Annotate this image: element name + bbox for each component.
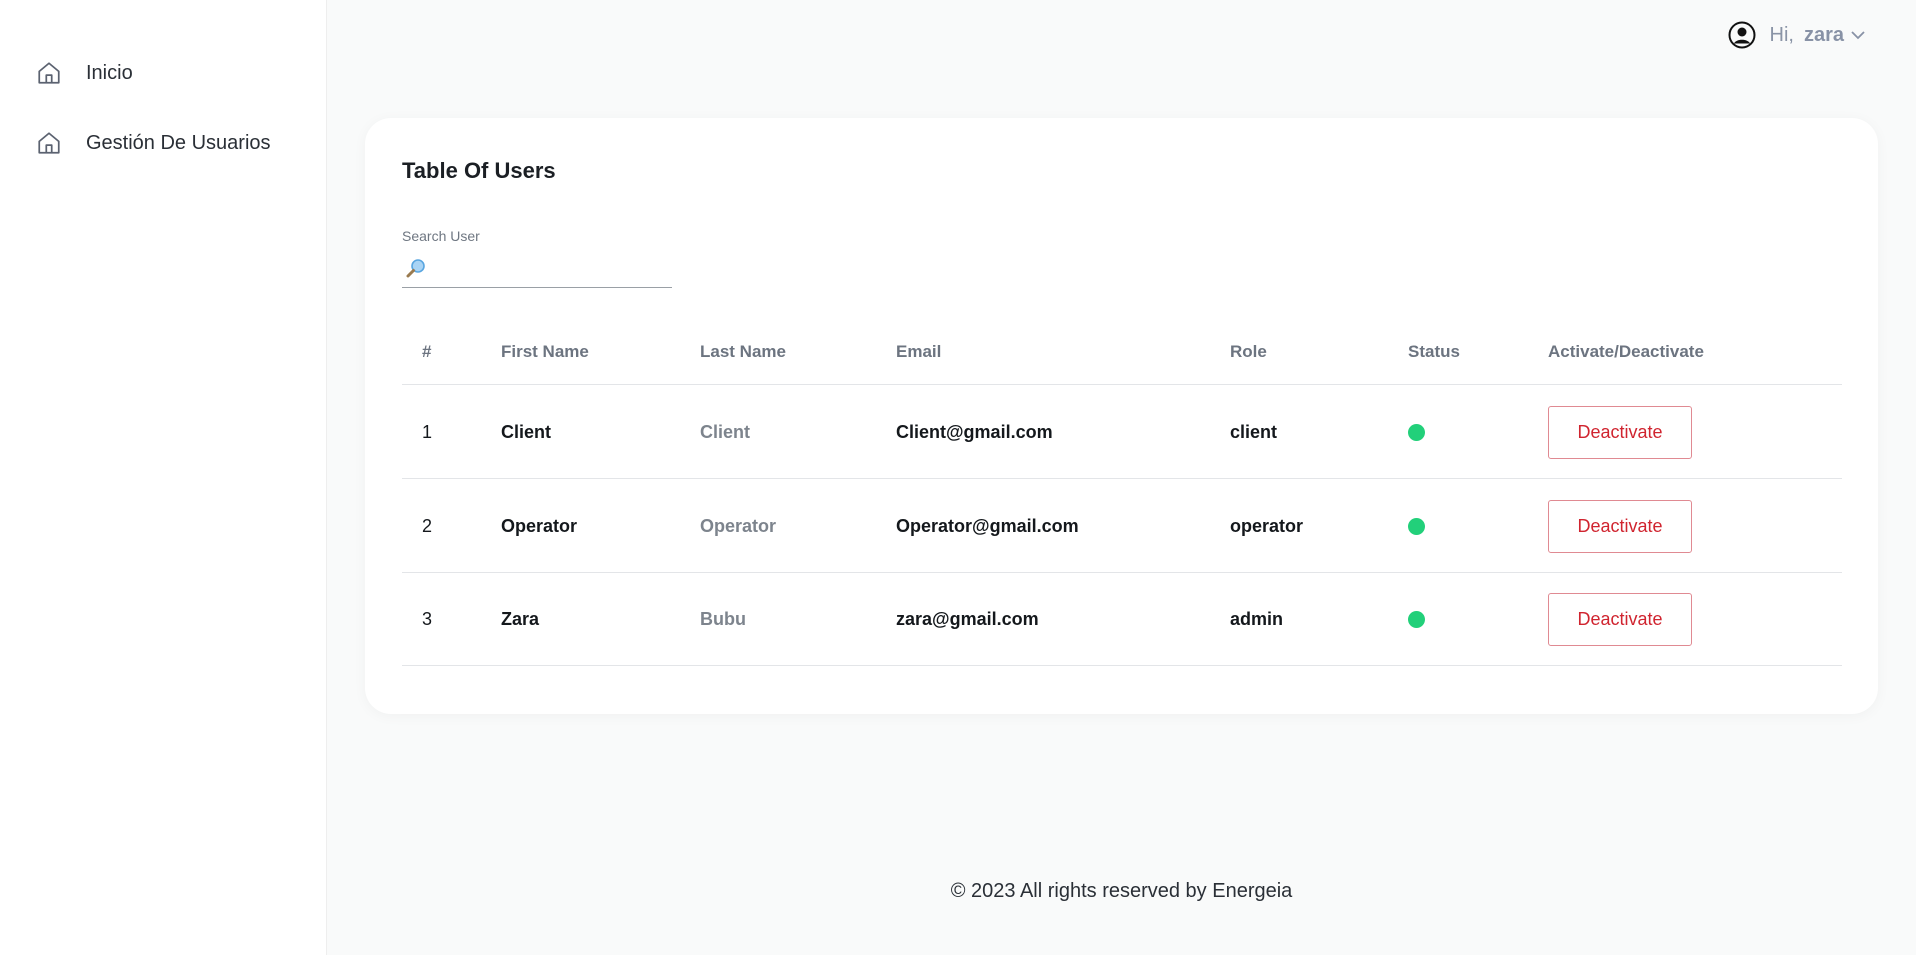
role: client	[1230, 422, 1278, 442]
column-header: Last Name	[700, 342, 786, 361]
first-name: Operator	[501, 516, 578, 536]
app-root: Inicio Gestión De Usuarios Hi, zara Tabl…	[0, 0, 1916, 955]
row-number: 2	[422, 516, 433, 536]
status-indicator	[1408, 611, 1425, 628]
username: zara	[1803, 23, 1844, 46]
magnifier-icon	[405, 257, 427, 279]
deactivate-button[interactable]: Deactivate	[1548, 406, 1692, 459]
table-header: # First Name Last Name Email Role Status…	[402, 330, 1842, 385]
status-indicator	[1408, 518, 1425, 535]
sidebar-item-label: Inicio	[86, 61, 133, 84]
last-name: Client	[700, 422, 751, 442]
table-row: 1 Client Client Client@gmail.com client …	[402, 386, 1842, 479]
column-header: Activate/Deactivate	[1548, 342, 1704, 361]
sidebar-item-label: Gestión De Usuarios	[86, 131, 271, 154]
column-header: Role	[1230, 342, 1267, 361]
email: zara@gmail.com	[896, 609, 1039, 629]
search-field	[402, 248, 672, 288]
email: Client@gmail.com	[896, 422, 1053, 442]
first-name: Client	[501, 422, 552, 442]
row-number: 1	[422, 422, 433, 442]
column-header: #	[422, 342, 432, 361]
sidebar-item-inicio[interactable]: Inicio	[36, 60, 133, 86]
footer-copyright: © 2023 All rights reserved by Energeia	[950, 880, 1293, 902]
email: Operator@gmail.com	[896, 516, 1079, 536]
sidebar-item-gestion-usuarios[interactable]: Gestión De Usuarios	[36, 130, 271, 156]
status-indicator	[1408, 424, 1425, 441]
table-row: 2 Operator Operator Operator@gmail.com o…	[402, 480, 1842, 573]
last-name: Bubu	[700, 609, 746, 629]
column-header: Status	[1408, 342, 1460, 361]
home-icon	[36, 60, 62, 86]
role: admin	[1230, 609, 1284, 629]
table-row: 3 Zara Bubu zara@gmail.com admin Deactiv…	[402, 573, 1842, 666]
user-menu[interactable]: Hi, zara	[1728, 20, 1866, 50]
user-circle-icon	[1728, 21, 1756, 49]
search-input[interactable]	[433, 249, 672, 286]
card-title: Table Of Users	[402, 158, 556, 183]
home-icon	[36, 130, 62, 156]
greeting-text: Hi,	[1769, 23, 1794, 46]
first-name: Zara	[501, 609, 540, 629]
column-header: First Name	[501, 342, 589, 361]
deactivate-button[interactable]: Deactivate	[1548, 593, 1692, 646]
chevron-down-icon	[1850, 27, 1866, 43]
row-number: 3	[422, 609, 433, 629]
sidebar: Inicio Gestión De Usuarios	[0, 0, 327, 955]
column-header: Email	[896, 342, 942, 361]
users-card: Table Of Users Search User # First Name …	[365, 118, 1878, 714]
role: operator	[1230, 516, 1304, 536]
search-label: Search User	[402, 228, 480, 244]
last-name: Operator	[700, 516, 777, 536]
deactivate-button[interactable]: Deactivate	[1548, 500, 1692, 553]
